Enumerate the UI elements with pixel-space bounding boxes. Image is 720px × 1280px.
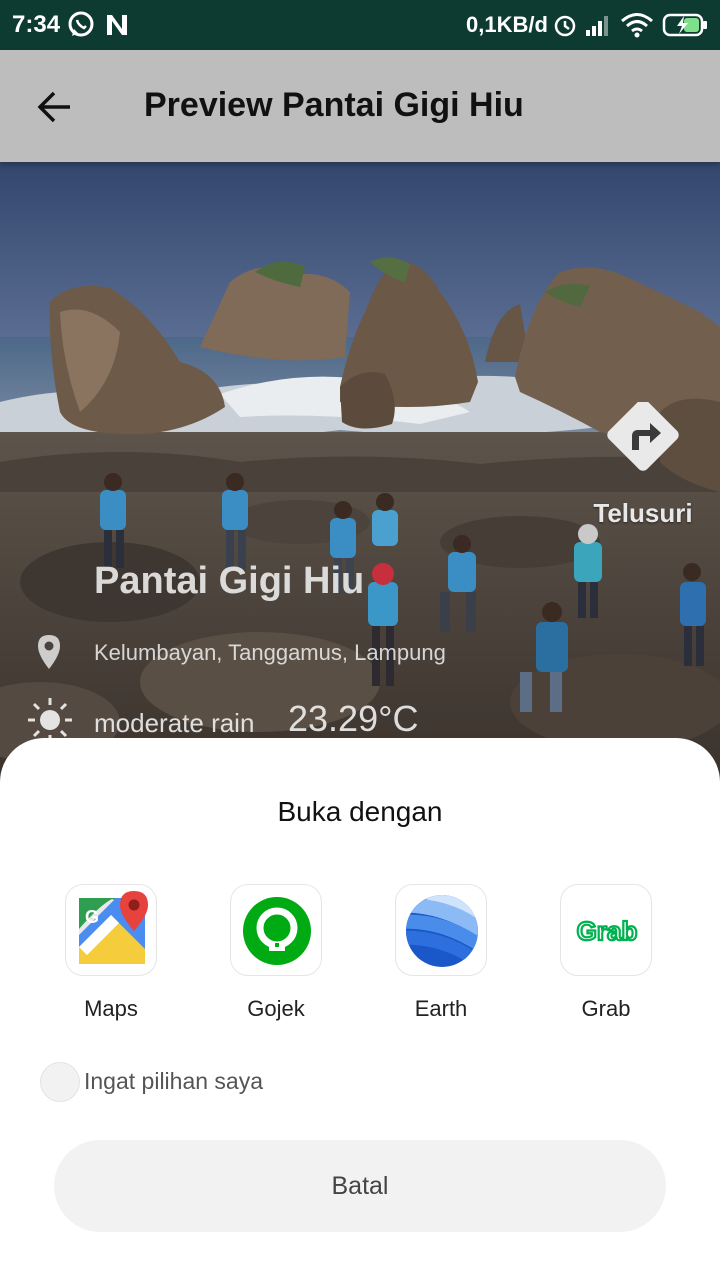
- status-bar: 7:34 0,1KB/d: [0, 0, 720, 50]
- page-title: Preview Pantai Gigi Hiu: [144, 86, 524, 124]
- grab-icon: Grab: [560, 884, 652, 976]
- weather-sun-icon: [28, 698, 72, 742]
- explore-label: Telusuri: [593, 498, 693, 528]
- n-notification-icon: [107, 15, 127, 35]
- svg-text:G: G: [85, 907, 99, 927]
- place-location: Kelumbayan, Tanggamus, Lampung: [94, 640, 446, 665]
- directions-icon: [607, 402, 679, 471]
- app-option-grab[interactable]: Grab Grab: [540, 884, 670, 1034]
- app-label-gojek: Gojek: [247, 996, 305, 1021]
- google-earth-icon: [395, 884, 487, 976]
- network-speed: 0,1KB/d: [466, 12, 548, 37]
- sheet-title: Buka dengan: [277, 796, 443, 827]
- weather-temperature: 23.29°C: [288, 698, 419, 739]
- signal-icon: [586, 16, 608, 36]
- grab-logo-text: Grab: [577, 916, 638, 946]
- app-label-grab: Grab: [581, 996, 631, 1021]
- open-with-sheet: Buka dengan G Maps Gojek Earth Grab Grab…: [0, 738, 720, 1280]
- remember-label: Ingat pilihan saya: [84, 1068, 264, 1094]
- place-name: Pantai Gigi Hiu: [94, 560, 365, 602]
- app-option-maps[interactable]: G Maps: [45, 884, 175, 1034]
- status-time: 7:34: [12, 11, 61, 38]
- explore-button[interactable]: Telusuri: [588, 402, 698, 532]
- remember-radio[interactable]: [40, 1062, 80, 1102]
- gojek-icon: [230, 884, 322, 976]
- back-button[interactable]: [24, 80, 88, 134]
- arrow-left-icon: [37, 91, 70, 123]
- battery-icon: [662, 13, 707, 37]
- alarm-icon: [554, 15, 576, 37]
- app-label-earth: Earth: [414, 996, 468, 1021]
- location-pin-icon: [38, 635, 60, 669]
- app-toolbar: Preview Pantai Gigi Hiu: [0, 50, 720, 162]
- app-option-earth[interactable]: Earth: [375, 884, 505, 1034]
- wifi-icon: [621, 13, 653, 38]
- whatsapp-icon: [68, 11, 94, 37]
- app-option-gojek[interactable]: Gojek: [210, 884, 340, 1034]
- cancel-button[interactable]: Batal: [54, 1140, 666, 1232]
- place-hero: Telusuri Pantai Gigi Hiu Kelumbayan, Tan…: [0, 162, 720, 782]
- weather-description: moderate rain: [94, 708, 255, 738]
- app-label-maps: Maps: [84, 996, 138, 1021]
- google-maps-icon: G: [65, 884, 157, 976]
